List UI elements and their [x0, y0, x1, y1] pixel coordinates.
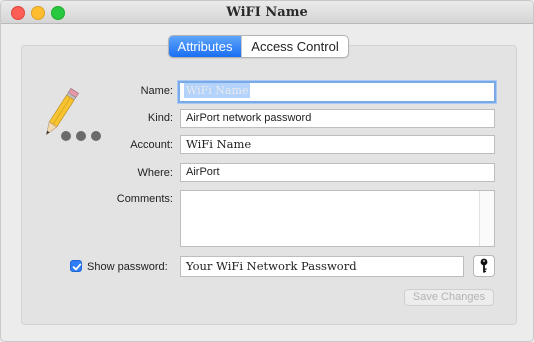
name-field-value: WiFi Name — [184, 83, 251, 98]
key-button[interactable] — [473, 255, 495, 277]
kind-label: Kind: — [147, 112, 173, 124]
save-changes-button[interactable]: Save Changes — [404, 289, 494, 306]
show-password-checkbox[interactable] — [70, 260, 82, 272]
account-field[interactable]: WiFi Name — [180, 135, 495, 154]
show-password-label: Show password: — [87, 261, 168, 273]
account-label: Account: — [130, 139, 173, 151]
where-field[interactable]: AirPort — [180, 163, 495, 182]
name-field[interactable]: WiFi Name — [178, 81, 496, 103]
window-title: WiFI Name — [226, 5, 308, 20]
tab-bar: Attributes Access Control — [168, 35, 349, 58]
comments-value — [181, 191, 494, 197]
comments-textarea[interactable] — [180, 190, 495, 247]
kind-field[interactable]: AirPort network password — [180, 109, 495, 128]
checkmark-icon — [72, 263, 82, 271]
comments-scrollbar[interactable] — [479, 191, 494, 246]
where-label: Where: — [137, 167, 173, 179]
password-field[interactable]: Your WiFi Network Password — [180, 256, 464, 277]
title-bar: WiFI Name — [1, 1, 533, 24]
tab-access-control[interactable]: Access Control — [241, 36, 348, 57]
keychain-item-window: WiFI Name Attributes Access Control Name… — [0, 0, 534, 342]
key-icon — [480, 258, 488, 273]
comments-label: Comments: — [116, 193, 173, 205]
tab-attributes[interactable]: Attributes — [169, 36, 241, 57]
name-label: Name: — [140, 85, 173, 97]
